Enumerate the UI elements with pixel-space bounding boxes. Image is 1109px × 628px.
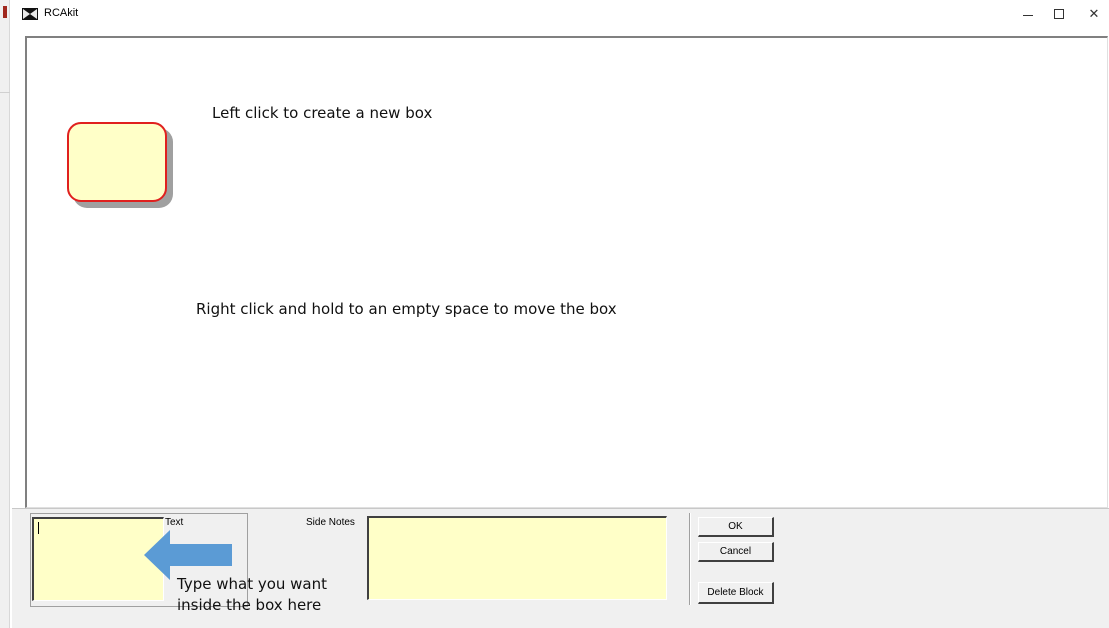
drawing-canvas[interactable]: Left click to create a new box Right cli… bbox=[25, 36, 1108, 508]
rcakit-logo-icon bbox=[22, 8, 38, 20]
close-icon: ✕ bbox=[1088, 6, 1100, 21]
side-notes-label: Side Notes bbox=[306, 517, 355, 528]
cancel-button[interactable]: Cancel bbox=[698, 542, 774, 562]
edge-marker bbox=[3, 6, 7, 18]
rca-block[interactable] bbox=[67, 122, 167, 202]
annotation-line-1: Type what you want bbox=[177, 575, 328, 593]
side-notes-input[interactable] bbox=[367, 516, 667, 600]
panel-divider bbox=[689, 513, 691, 605]
title-bar: RCAkit ✕ bbox=[12, 0, 1109, 28]
ok-button[interactable]: OK bbox=[698, 517, 774, 537]
text-caret bbox=[38, 522, 39, 534]
maximize-icon bbox=[1054, 9, 1064, 19]
minimize-icon bbox=[1023, 14, 1033, 16]
close-button[interactable]: ✕ bbox=[1076, 0, 1109, 28]
maximize-button[interactable] bbox=[1041, 0, 1077, 28]
annotation-callout: Type what you want inside the box here bbox=[177, 574, 397, 616]
left-arrow-icon bbox=[144, 530, 232, 580]
delete-block-button[interactable]: Delete Block bbox=[698, 582, 774, 604]
text-label: Text bbox=[165, 517, 184, 528]
annotation-line-2: inside the box here bbox=[177, 596, 322, 614]
left-edge-strip bbox=[0, 0, 10, 628]
create-box-hint: Left click to create a new box bbox=[212, 104, 433, 122]
window-title: RCAkit bbox=[44, 7, 79, 19]
move-box-hint: Right click and hold to an empty space t… bbox=[196, 300, 617, 318]
edge-divider bbox=[0, 92, 10, 93]
